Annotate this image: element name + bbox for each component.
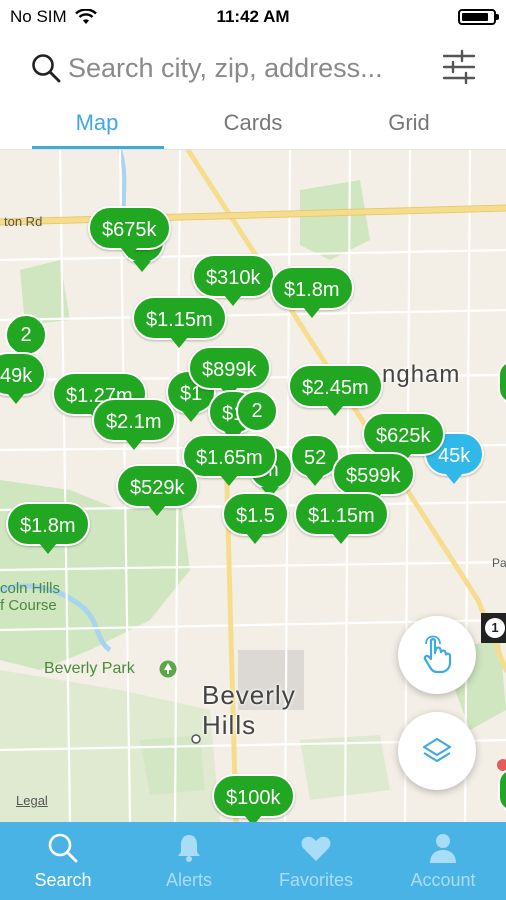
listing-pin[interactable]: $899k [188,346,271,398]
listing-pin[interactable]: $625k [362,412,445,464]
nav-account-label: Account [410,870,476,890]
nav-search-label: Search [34,870,92,890]
listing-pin[interactable]: $1.5 [222,492,289,544]
map-layers-button[interactable] [398,712,476,790]
bottom-tab-bar: Search Alerts Favorites Account [0,822,506,900]
layers-icon [422,737,452,763]
listing-pin[interactable]: $310k [192,254,275,306]
golf-course-label-line2: f Course [0,597,57,614]
listing-pin[interactable]: $1.15m [294,492,389,544]
search-icon [48,833,78,863]
bell-icon [178,835,200,862]
listing-pin[interactable]: $2.1m [92,398,176,450]
nav-favorites[interactable]: Favorites [253,822,379,900]
hand-pointer-icon [423,635,452,674]
search-input[interactable] [68,48,428,88]
active-tab-indicator [32,146,164,149]
nav-favorites-label: Favorites [278,870,354,890]
heart-icon [301,836,331,861]
search-header [0,34,506,100]
listing-pin[interactable]: $100k [212,774,295,822]
tab-grid[interactable]: Grid [342,110,476,136]
filter-sliders-icon[interactable] [440,48,478,86]
status-time: 11:42 AM [216,7,290,26]
city-label-birmingham-partial: ngham [382,361,461,388]
highway-shield-number: 1 [491,620,499,635]
listing-pin[interactable]: $675k [88,206,171,258]
listing-cluster[interactable]: 2 [5,314,47,356]
city-center-icon [191,734,201,744]
road-label: ton Rd [4,214,43,229]
person-icon [430,834,456,863]
listing-pin[interactable]: $529k [116,464,199,516]
status-bar: No SIM 11:42 AM [0,0,506,34]
listing-pin[interactable]: 49k [0,352,47,404]
edge-road-label: Pa [492,556,506,570]
battery-icon [458,9,499,25]
nav-alerts[interactable]: Alerts [126,822,252,900]
nav-account[interactable]: Account [380,822,506,900]
search-icon [32,54,61,83]
listing-pin[interactable]: $1.65m [182,434,277,486]
tab-map[interactable]: Map [30,110,164,136]
map-view[interactable]: ton Rd Beverly Park coln Hills f Course … [0,150,506,822]
park-tree-icon [159,660,177,678]
legal-link[interactable]: Legal [16,793,48,808]
listing-pin[interactable]: $599k [332,452,415,504]
view-tabs: Map Cards Grid [0,100,506,150]
golf-course-label-line1: coln Hills [0,580,61,597]
listing-pin[interactable]: $1.8m [270,266,354,318]
city-label-beverly: Beverly [202,680,296,710]
listing-pin[interactable]: $1.15m [132,296,227,348]
listing-cluster[interactable]: 2 [236,390,278,432]
tab-cards[interactable]: Cards [186,110,320,136]
nav-search[interactable]: Search [0,822,126,900]
draw-search-button[interactable] [398,616,476,694]
city-label-hills: Hills [202,710,257,740]
park-label: Beverly Park [44,660,135,677]
listing-pin[interactable]: $1.8m [6,502,90,554]
nav-alerts-label: Alerts [165,870,212,890]
listing-pin[interactable]: $2.45m [288,364,383,416]
